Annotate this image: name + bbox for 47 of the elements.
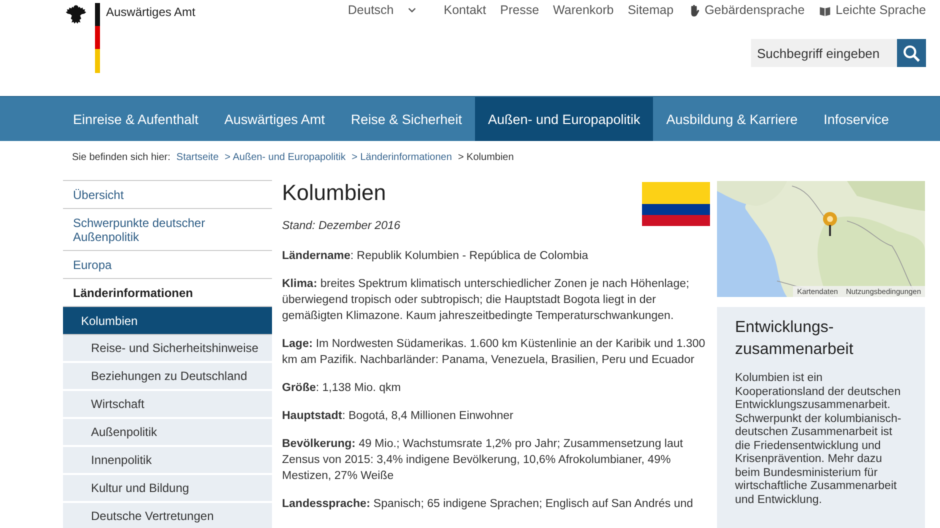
fact-paragraph: Größe: 1,138 Mio. qkm <box>282 381 402 396</box>
search-button[interactable] <box>897 39 926 67</box>
fact-paragraph: Klima: breites Spektrum klimatisch unterschiedlicher Zonen je nach Höhenlage; überwiegend tropisch oder subtropisch; die Hauptstadt Bogota liegt in der gemäßigten Klimazone. Kaum jahreszeitbedingte Temperaturschwankungen. <box>282 277 690 324</box>
header-link[interactable]: Warenkorb <box>553 3 614 17</box>
sidebar-item[interactable]: Wirtschaft <box>63 391 272 419</box>
site-name[interactable]: Auswärtiges Amt <box>106 5 196 19</box>
chevron-icon <box>408 7 416 13</box>
search-icon <box>903 44 920 62</box>
search-field[interactable]: Suchbegriff eingeben <box>751 39 897 67</box>
sidebar-item[interactable]: Europa <box>63 251 272 279</box>
sidebar-item[interactable]: Übersicht <box>63 181 272 209</box>
nav-tab[interactable]: Infoservice <box>810 97 902 141</box>
breadcrumb-link[interactable]: Startseite <box>176 152 219 180</box>
header-link[interactable]: Sitemap <box>628 3 674 17</box>
nav-tab[interactable]: Ausbildung & Karriere <box>653 97 811 141</box>
header-link[interactable]: Gebärdensprache <box>688 3 805 17</box>
nav-tab[interactable]: Auswärtiges Amt <box>211 97 338 141</box>
header-link[interactable]: Presse <box>500 3 540 17</box>
breadcrumb-label: Sie befinden sich hier: <box>72 152 170 165</box>
header-link[interactable]: Kontakt <box>444 3 486 17</box>
sidebar-item[interactable]: Reise- und Sicherheitshinweise <box>63 335 272 363</box>
teaser-title: Entwicklungs-zusammenarbeit <box>735 318 854 360</box>
nav-tab[interactable]: Außen- und Europapolitik <box>474 97 654 141</box>
breadcrumb-current: > Kolumbien <box>458 152 514 165</box>
page-title: Kolumbien <box>282 180 386 206</box>
sidebar-item[interactable]: Deutsche Vertretungen <box>63 503 272 528</box>
flag-icon <box>642 182 710 226</box>
breadcrumb-link[interactable]: > Außen- und Europapolitik <box>224 152 346 180</box>
nav-tab[interactable]: Einreise & Aufenthalt <box>60 97 212 141</box>
fact-paragraph: Landessprache: Spanisch; 65 indigene Sprachen; Englisch auf San Andrés und <box>282 497 694 512</box>
teaser-text: Kolumbien ist ein Kooperationsland der deutschen Entwicklungszusammenarbeit. Schwerpunkt der kolumbianisch-deutschen Zusammenarbeit ist die Friedensentwicklung und Krisenprävention. Mehr dazu beim Bundesministerium für wirtschaftliche Zusammenarbeit und Entwicklung. <box>735 372 902 508</box>
sidebar-item[interactable]: Kolumbien <box>63 307 272 335</box>
header-link[interactable]: Leichte Sprache <box>818 3 926 17</box>
sidebar-item[interactable]: Schwerpunkte deutscher Außenpolitik <box>63 209 272 251</box>
nav-tab[interactable]: Reise & Sicherheit <box>338 97 475 141</box>
fact-paragraph: Ländername: Republik Kolumbien - República de Colombia <box>282 249 590 264</box>
fact-paragraph: Hauptstadt: Bogotá, 8,4 Millionen Einwohner <box>282 409 514 424</box>
flag-stripe <box>95 3 100 73</box>
sidebar-item[interactable]: Außenpolitik <box>63 419 272 447</box>
date-text: Stand: Dezember 2016 <box>282 220 402 232</box>
language-select[interactable]: Deutsch <box>348 3 394 17</box>
sidebar-item[interactable]: Beziehungen zu Deutschland <box>63 363 272 391</box>
fact-paragraph: Bevölkerung: 49 Mio.; Wachstumsrate 1,2% pro Jahr; Zusammensetzung laut Zensus von 2015: 3,4% indigene Bevölkerung, 10,6% Afrokolumbianer, 49% Mestizen, 27% Weiße <box>282 437 684 484</box>
sidebar-item[interactable]: Innenpolitik <box>63 447 272 475</box>
fact-paragraph: Lage: Im Nordwesten Südamerikas. 1.600 km Küstenlinie an der Karibik und 1.300 km am Pazifik. Nachbarländer: Panama, Venezuela, Brasilien, Peru und Ecuador <box>282 337 706 368</box>
breadcrumb-link[interactable]: > Länderinformationen <box>352 152 452 180</box>
sidebar-item[interactable]: Kultur und Bildung <box>63 475 272 503</box>
